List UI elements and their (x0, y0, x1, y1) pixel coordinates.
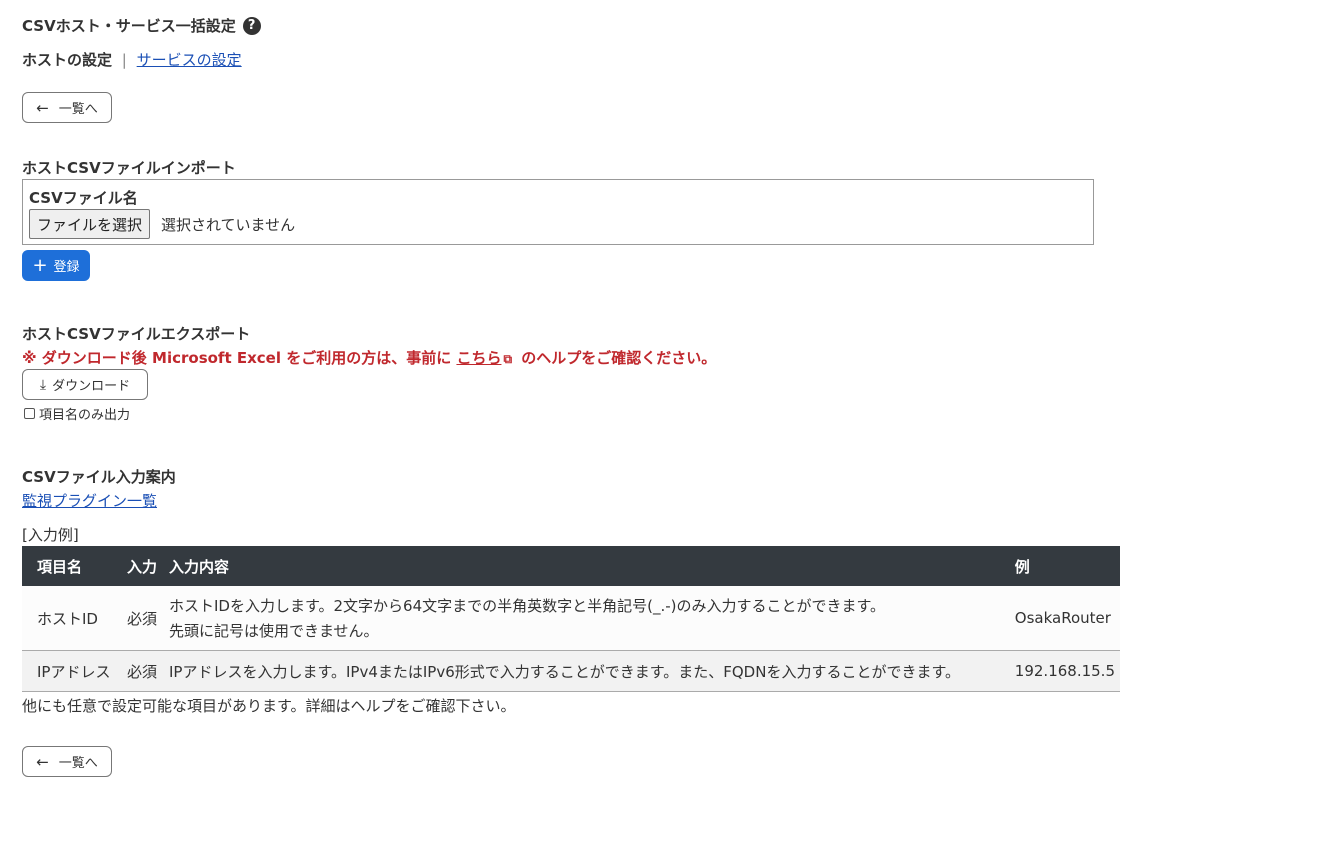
cell-example: 192.168.15.5 (1009, 650, 1120, 692)
col-header-name: 項目名 (22, 546, 122, 586)
header-only-label: 項目名のみ出力 (39, 408, 131, 423)
col-header-input: 入力 (122, 546, 164, 586)
input-example-table: 項目名 入力 入力内容 例 ホストID 必須 ホストIDを入力します。2文字から… (22, 546, 1120, 692)
export-heading: ホストCSVファイルエクスポート (22, 325, 251, 343)
download-icon: ⤓ (39, 376, 47, 393)
arrow-left-icon: ← (36, 98, 49, 117)
col-header-content: 入力内容 (164, 546, 1010, 586)
desc-line: 先頭に記号は使用できません。 (169, 622, 379, 640)
example-label: [入力例] (22, 526, 79, 544)
register-button[interactable]: + 登録 (22, 250, 90, 281)
plus-icon: + (32, 254, 48, 276)
table-header-row: 項目名 入力 入力内容 例 (22, 546, 1120, 586)
help-icon[interactable]: ? (242, 16, 261, 35)
import-heading: ホストCSVファイルインポート (22, 159, 236, 177)
download-button[interactable]: ⤓ ダウンロード (22, 369, 148, 400)
external-link-icon: ⧉ (503, 352, 513, 366)
cell-name: IPアドレス (22, 650, 122, 692)
csv-file-label: CSVファイル名 (29, 189, 138, 207)
cell-example: OsakaRouter (1009, 586, 1120, 651)
optional-fields-note: 他にも任意で設定可能な項目があります。詳細はヘルプをご確認下さい。 (22, 697, 516, 715)
tab-separator: | (121, 51, 127, 69)
help-link-text: こちら (456, 349, 502, 367)
back-button-label: 一覧へ (58, 102, 98, 117)
file-status-text: 選択されていません (161, 216, 296, 234)
register-label: 登録 (53, 260, 80, 275)
cell-name: ホストID (22, 586, 122, 651)
choose-file-button[interactable]: ファイルを選択 (29, 209, 151, 239)
cell-description: ホストIDを入力します。2文字から64文字までの半角英数字と半角記号(_.-)の… (164, 586, 1010, 651)
tab-host-settings: ホストの設定 (22, 51, 113, 69)
table-row: IPアドレス 必須 IPアドレスを入力します。IPv4またはIPv6形式で入力す… (22, 650, 1120, 692)
download-label: ダウンロード (52, 379, 131, 394)
page-title-text: CSVホスト・サービス一括設定 (22, 17, 236, 35)
guide-heading: CSVファイル入力案内 (22, 468, 176, 486)
header-only-checkbox[interactable] (24, 408, 35, 419)
help-link[interactable]: こちら ⧉ (456, 349, 516, 367)
cell-description: IPアドレスを入力します。IPv4またはIPv6形式で入力することができます。ま… (164, 650, 1010, 692)
cell-required: 必須 (122, 650, 164, 692)
col-header-example: 例 (1009, 546, 1120, 586)
header-only-checkbox-row[interactable]: 項目名のみ出力 (24, 404, 130, 423)
excel-warning: ※ ダウンロード後 Microsoft Excel をご利用の方は、事前に こち… (22, 347, 716, 368)
back-to-list-button[interactable]: ← 一覧へ (22, 92, 112, 123)
csv-file-box: CSVファイル名 ファイルを選択 選択されていません (22, 179, 1094, 245)
cell-required: 必須 (122, 586, 164, 651)
page-title: CSVホスト・サービス一括設定 ? (22, 15, 261, 36)
arrow-left-icon: ← (36, 752, 49, 771)
warning-prefix: ※ ダウンロード後 Microsoft Excel をご利用の方は、事前に (22, 349, 452, 367)
settings-tabs: ホストの設定 | サービスの設定 (22, 49, 242, 70)
desc-line: ホストIDを入力します。2文字から64文字までの半角英数字と半角記号(_.-)の… (169, 597, 885, 615)
warning-suffix: のヘルプをご確認ください。 (521, 349, 717, 367)
tab-service-settings[interactable]: サービスの設定 (137, 51, 242, 69)
plugin-list-link[interactable]: 監視プラグイン一覧 (22, 490, 157, 511)
back-button-label: 一覧へ (58, 756, 98, 771)
back-to-list-button-bottom[interactable]: ← 一覧へ (22, 746, 112, 777)
table-row: ホストID 必須 ホストIDを入力します。2文字から64文字までの半角英数字と半… (22, 586, 1120, 651)
